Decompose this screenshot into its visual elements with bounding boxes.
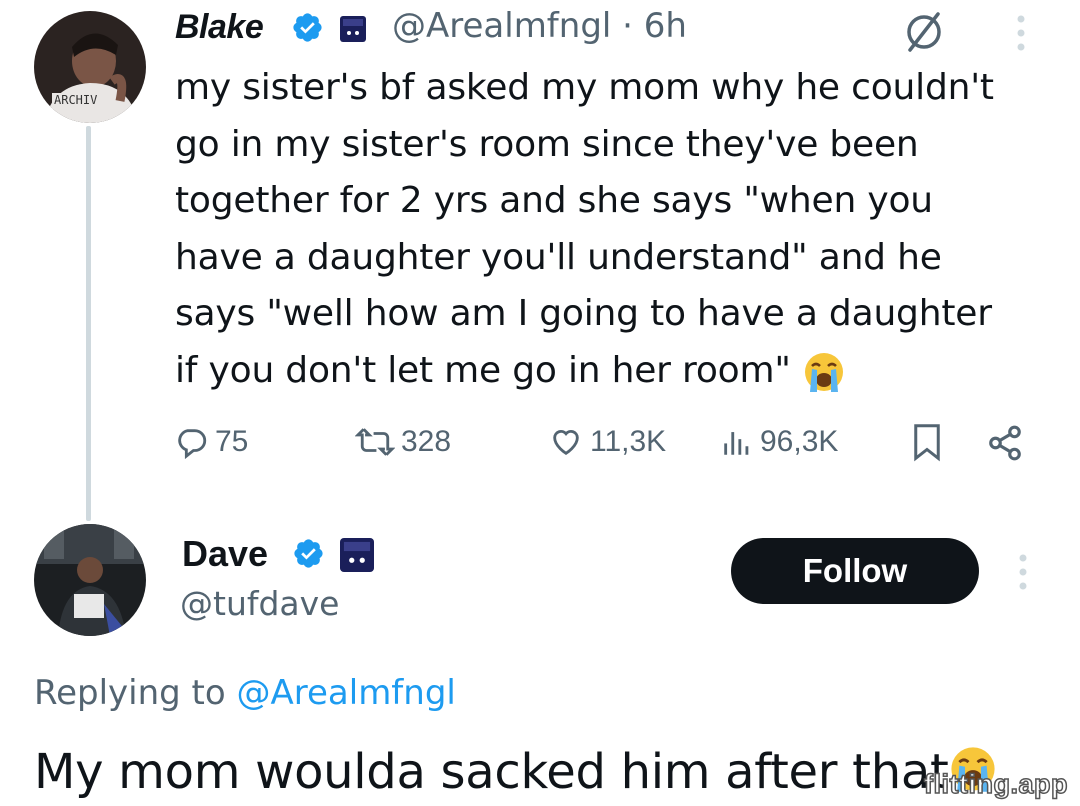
more-options-icon[interactable] (1016, 14, 1026, 52)
author-name[interactable]: Blake (175, 8, 264, 47)
avatar[interactable]: ARCHIV (34, 11, 146, 123)
heart-icon (553, 430, 579, 456)
like-action[interactable]: 11,3K (548, 420, 666, 464)
tweet-text: my sister's bf asked my mom why he could… (175, 60, 1055, 400)
follow-button[interactable]: Follow (731, 538, 979, 604)
reply-icon (178, 429, 207, 459)
views-chart-icon (724, 432, 749, 455)
reply-author-name[interactable]: Dave (182, 533, 268, 575)
watermark: flitting.app (923, 768, 1068, 800)
like-count: 11,3K (590, 425, 667, 458)
affiliate-badge-icon (340, 16, 366, 42)
reply-avatar[interactable] (34, 524, 146, 636)
loudly-crying-face-icon (804, 352, 843, 392)
reply-more-options-icon[interactable] (1018, 553, 1028, 591)
grok-icon[interactable] (902, 10, 946, 54)
reply-affiliate-badge-icon (340, 538, 374, 572)
retweet-count: 328 (401, 425, 452, 458)
author-handle-time[interactable]: @Arealmfngl · 6h (392, 6, 687, 46)
share-icon[interactable] (986, 424, 1024, 462)
views-action[interactable]: 96,3K (720, 420, 838, 464)
reply-text: My mom woulda sacked him after that (34, 744, 998, 800)
views-count: 96,3K (760, 425, 839, 458)
reply-verified-badge-icon (294, 539, 323, 568)
reply-count: 75 (215, 425, 249, 458)
replying-to-line: Replying to @Arealmfngl (34, 673, 456, 713)
retweet-action[interactable]: 328 (355, 420, 451, 464)
reply-action[interactable]: 75 (175, 420, 248, 464)
reply-author-handle[interactable]: @tufdave (180, 584, 339, 623)
retweet-icon (355, 428, 395, 456)
bookmark-icon[interactable] (912, 422, 942, 462)
verified-badge-icon (293, 13, 322, 42)
replying-to-mention-link[interactable]: @Arealmfngl (237, 673, 456, 713)
avatar-shirt-text: ARCHIV (54, 93, 97, 107)
thread-connector-line (86, 126, 91, 521)
